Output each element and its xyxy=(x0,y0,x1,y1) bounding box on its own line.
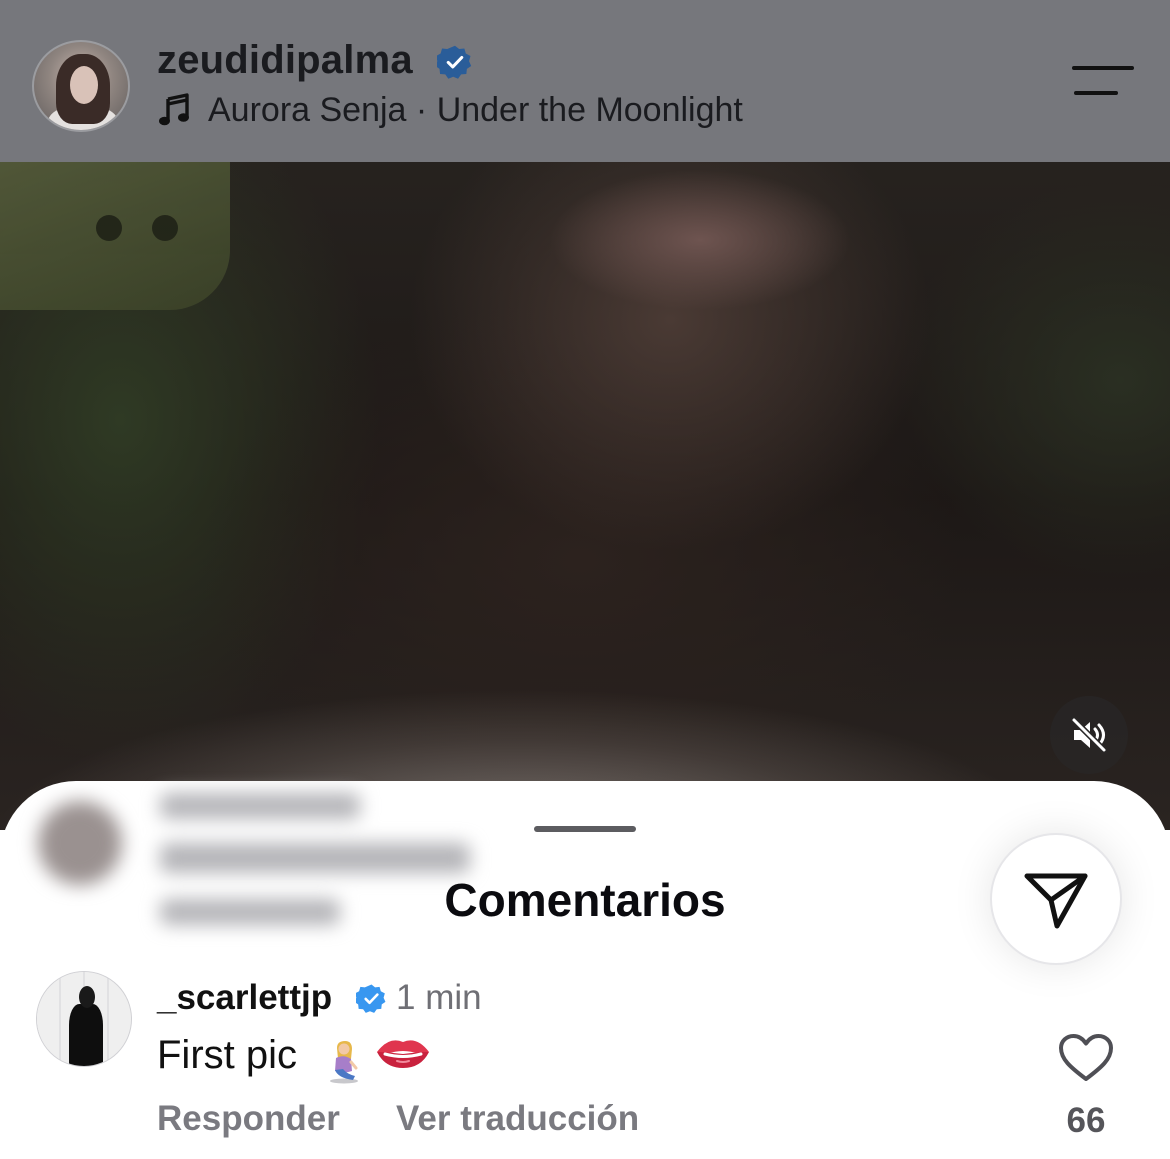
music-note-icon xyxy=(159,93,189,126)
reply-button[interactable]: Responder xyxy=(157,1099,340,1139)
mute-button[interactable] xyxy=(1050,696,1128,774)
reel-header: zeudidipalma Aurora Senja · Under the Mo… xyxy=(0,0,1170,162)
paper-plane-icon xyxy=(1024,873,1088,929)
lips-emoji xyxy=(377,1039,429,1068)
comment-avatar[interactable] xyxy=(36,971,132,1067)
music-track: Under the Moonlight xyxy=(436,90,743,129)
sheet-drag-handle[interactable] xyxy=(534,826,636,832)
avatar[interactable] xyxy=(32,40,130,132)
username[interactable]: zeudidipalma xyxy=(157,38,413,83)
heart-outline-icon[interactable] xyxy=(1058,1033,1114,1083)
comment-text: First pic xyxy=(157,1033,431,1083)
wall-light xyxy=(96,215,122,241)
verified-badge-icon xyxy=(437,45,472,79)
comment-username[interactable]: _scarlettjp xyxy=(157,978,332,1018)
music-artist: Aurora Senja xyxy=(208,90,407,129)
comment-time: 1 min xyxy=(396,978,482,1017)
translate-button[interactable]: Ver traducción xyxy=(396,1099,639,1139)
like-count: 66 xyxy=(1066,1101,1106,1140)
wall-light xyxy=(152,215,178,241)
music-separator: · xyxy=(406,90,437,129)
menu-icon[interactable] xyxy=(1072,64,1134,98)
speaker-muted-icon xyxy=(1071,717,1107,753)
background-wall xyxy=(0,160,230,310)
share-button[interactable] xyxy=(990,833,1122,965)
verified-badge-icon xyxy=(356,984,386,1013)
comments-sheet: Comentarios _scarlettjp 1 min First pic xyxy=(0,781,1170,1159)
comment-body: First pic xyxy=(157,1033,297,1077)
person-kneeling-emoji xyxy=(330,1040,358,1083)
music-info[interactable]: Aurora Senja · Under the Moonlight xyxy=(157,88,743,132)
